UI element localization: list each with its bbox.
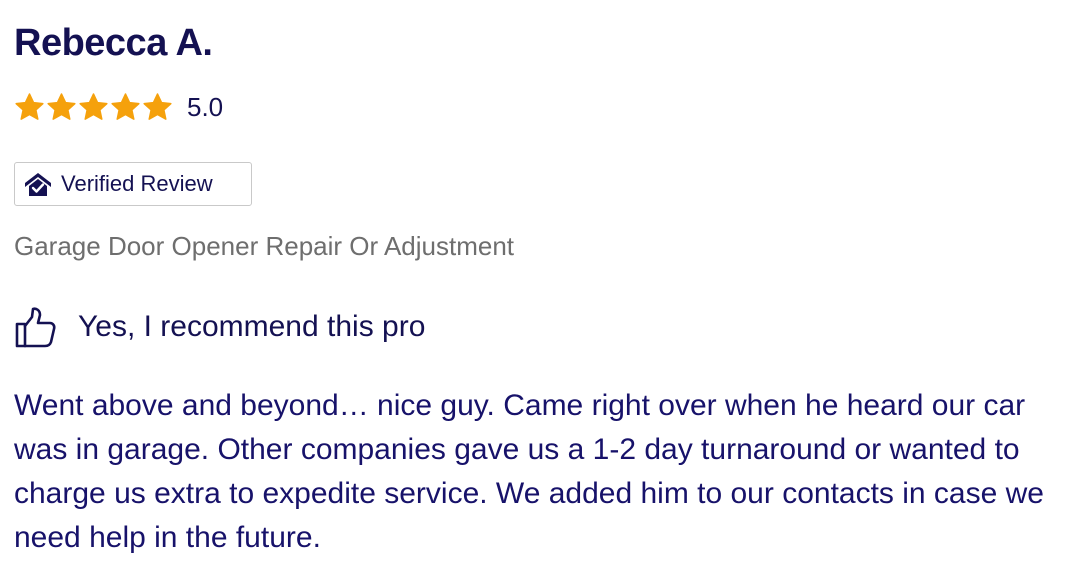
star-rating — [14, 92, 173, 123]
star-icon — [111, 93, 140, 120]
recommendation-row: Yes, I recommend this pro — [14, 305, 425, 349]
recommendation-label: Yes, I recommend this pro — [78, 310, 426, 343]
thumbs-up-icon — [15, 307, 56, 348]
review-card: Rebecca A. 5.0 Verified Review Garage Do… — [0, 0, 1082, 580]
reviewer-name: Rebecca A. — [14, 22, 213, 64]
verified-review-badge: Verified Review — [14, 162, 252, 206]
star-icon — [143, 93, 172, 120]
review-text: Went above and beyond… nice guy. Came ri… — [14, 389, 1044, 554]
star-icon — [79, 93, 108, 120]
star-icon — [47, 93, 76, 120]
verified-review-label: Verified Review — [61, 171, 213, 196]
house-check-icon — [25, 173, 51, 196]
service-name: Garage Door Opener Repair Or Adjustment — [14, 231, 515, 261]
star-icon — [15, 93, 44, 120]
rating-row: 5.0 — [14, 92, 223, 123]
rating-value: 5.0 — [187, 92, 224, 122]
